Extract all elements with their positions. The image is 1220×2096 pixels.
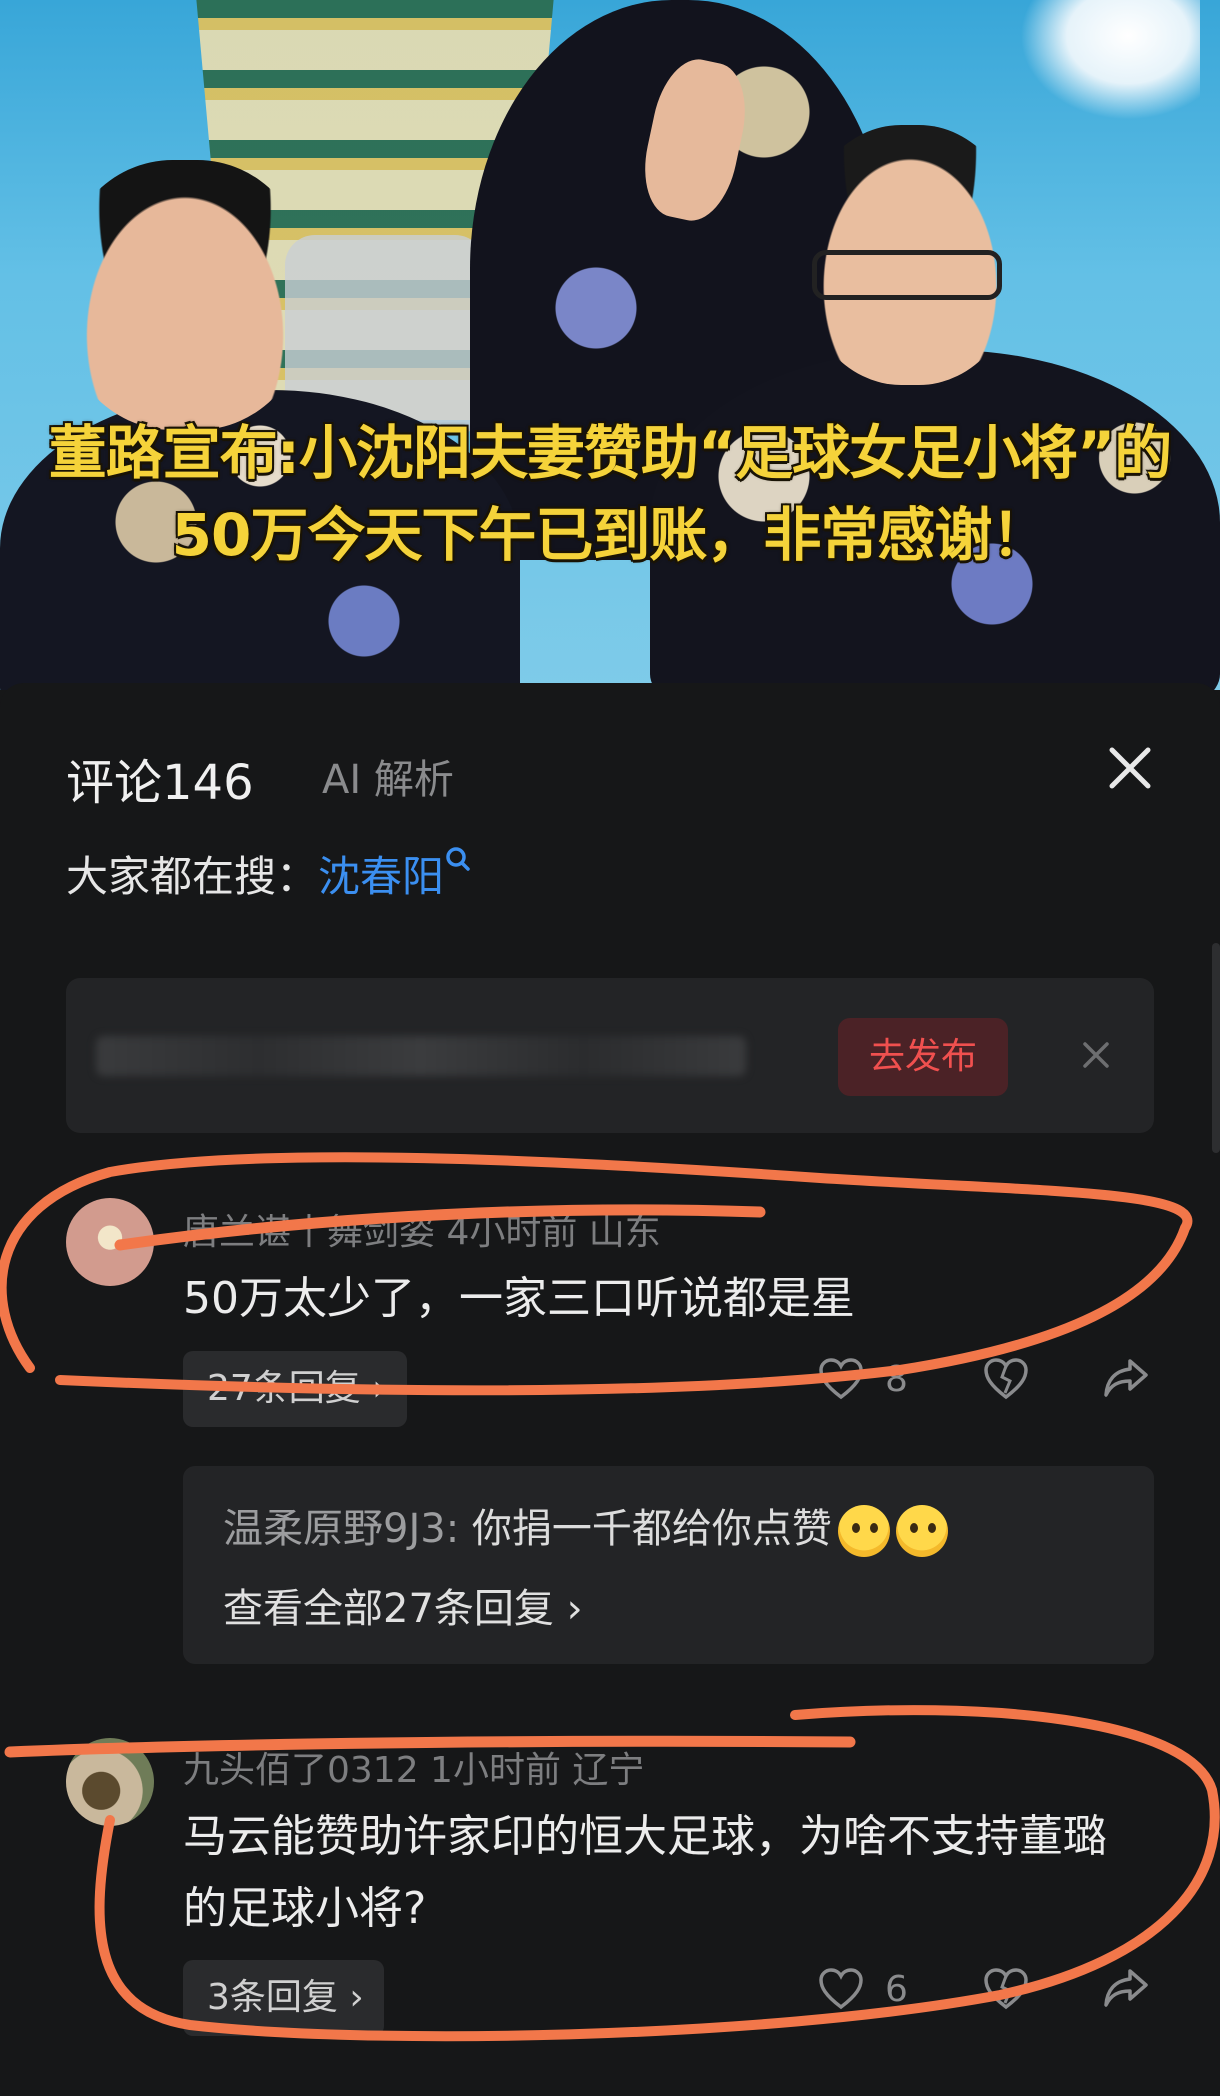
comments-panel: 评论146 AI 解析 大家都在搜：沈春阳 去发布 唐兰谌丨舞剑姿 4小时前 山… [0, 683, 1220, 2096]
comment-actions: 8 [815, 1353, 1155, 1409]
reply-username[interactable]: 温柔原野9J3: [223, 1506, 459, 1552]
person-left-head [60, 160, 310, 430]
trending-search-label: 大家都在搜： [66, 852, 319, 901]
dislike-icon[interactable] [980, 1353, 1032, 1405]
trending-search: 大家都在搜：沈春阳 [66, 843, 470, 904]
comment-actions: 6 [815, 1963, 1155, 2019]
replies-button[interactable]: 27条回复 › [183, 1351, 407, 1427]
comment-text[interactable]: 50万太少了，一家三口听说都是星 [183, 1263, 855, 1335]
like-count: 8 [885, 1359, 908, 1400]
like-count: 6 [885, 1969, 908, 2010]
flushed-emoji-icon [895, 1505, 948, 1557]
trending-search-term: 沈春阳 [318, 852, 445, 901]
crane-backdrop [1020, 0, 1200, 120]
close-icon[interactable] [1100, 738, 1160, 798]
share-icon[interactable] [1100, 1963, 1152, 2015]
video-caption: 董路宣布:小沈阳夫妻赞助“足球女足小将”的 50万今天下午已到账，非常感谢！ [0, 412, 1220, 576]
scrollbar[interactable] [1212, 943, 1220, 1153]
avatar[interactable] [66, 1198, 154, 1286]
avatar[interactable] [66, 1738, 154, 1826]
trending-search-link[interactable]: 沈春阳 [318, 847, 470, 901]
smirk-emoji-icon [837, 1505, 890, 1557]
caption-line-2: 50万今天下午已到账，非常感谢！ [171, 501, 1050, 569]
search-icon [444, 841, 470, 890]
blurred-draft-text [96, 1036, 746, 1076]
close-icon[interactable] [1076, 1035, 1116, 1075]
comment-text[interactable]: 马云能赞助许家印的恒大足球，为啥不支持董璐的足球小将? [183, 1801, 1143, 1945]
publish-button[interactable]: 去发布 [838, 1018, 1008, 1096]
dislike-icon[interactable] [980, 1963, 1032, 2015]
comment-meta: 九头佰了0312 1小时前 辽宁 [183, 1750, 645, 1791]
glasses [812, 250, 1002, 300]
reply-preview[interactable]: 温柔原野9J3: 你捐一千都给你点赞 查看全部27条回复 › [183, 1466, 1154, 1664]
comment-meta: 唐兰谌丨舞剑姿 4小时前 山东 [183, 1212, 661, 1253]
comment-compose-box[interactable]: 去发布 [66, 978, 1154, 1133]
heart-icon[interactable] [815, 1963, 867, 2015]
replies-button[interactable]: 3条回复 › [183, 1960, 384, 2036]
comments-title: 评论146 [66, 755, 254, 811]
ai-analysis-tab[interactable]: AI 解析 [322, 747, 454, 805]
caption-line-1: 董路宣布:小沈阳夫妻赞助“足球女足小将”的 [48, 419, 1172, 487]
view-all-replies-link[interactable]: 查看全部27条回复 › [223, 1576, 583, 1634]
heart-icon[interactable] [815, 1353, 867, 1405]
video-frame[interactable]: 董路宣布:小沈阳夫妻赞助“足球女足小将”的 50万今天下午已到账，非常感谢！ [0, 0, 1220, 690]
reply-preview-line: 温柔原野9J3: 你捐一千都给你点赞 [223, 1496, 948, 1557]
share-icon[interactable] [1100, 1353, 1152, 1405]
reply-text: 你捐一千都给你点赞 [459, 1506, 832, 1552]
